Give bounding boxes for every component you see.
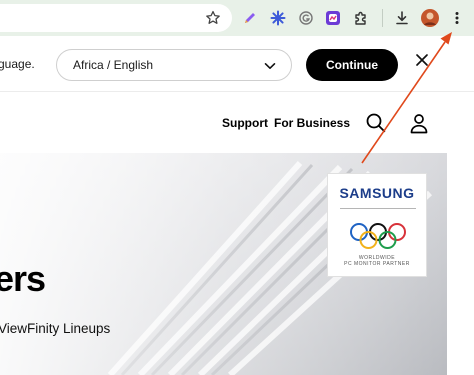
region-message: guage. <box>0 57 35 71</box>
partner-caption-line-2: PC MONITOR PARTNER <box>344 261 410 267</box>
colorful-extension-icon[interactable] <box>322 7 344 29</box>
toolbar-divider <box>382 9 383 27</box>
continue-button[interactable]: Continue <box>306 49 398 81</box>
avatar[interactable] <box>419 7 441 29</box>
partner-caption: WORLDWIDE PC MONITOR PARTNER <box>328 255 426 267</box>
nav-for-business[interactable]: For Business <box>274 116 350 130</box>
close-icon[interactable] <box>412 50 432 70</box>
samsung-logo: SAMSUNG <box>339 185 415 201</box>
hero-subheading: ViewFinity Lineups <box>0 321 111 336</box>
olympic-rings-icon <box>350 223 406 249</box>
nav-support[interactable]: Support <box>222 116 268 130</box>
chevron-down-icon <box>264 63 276 69</box>
region-select[interactable]: Africa / English <box>56 49 292 81</box>
hero-heading: ers <box>0 258 46 299</box>
pen-icon[interactable] <box>239 7 261 29</box>
page: guage. Africa / English Continue Support… <box>0 0 474 375</box>
more-vert-icon[interactable] <box>446 7 468 29</box>
grammarly-icon[interactable] <box>295 7 317 29</box>
region-bar: guage. Africa / English Continue <box>0 36 474 92</box>
site-header: Support For Business <box>0 92 474 152</box>
browser-toolbar <box>0 0 474 36</box>
page-margin <box>447 153 474 375</box>
download-icon[interactable] <box>391 7 413 29</box>
hero-banner: ers ViewFinity Lineups SAMSUNG WORLDWIDE… <box>0 153 447 375</box>
user-icon[interactable] <box>408 112 430 134</box>
puzzle-icon[interactable] <box>350 7 372 29</box>
divider <box>340 208 416 209</box>
sparkle-icon[interactable] <box>267 7 289 29</box>
region-select-value: Africa / English <box>73 58 154 72</box>
star-icon[interactable] <box>202 7 224 29</box>
address-bar[interactable] <box>0 4 232 32</box>
search-icon[interactable] <box>365 112 387 134</box>
olympic-partner-card: SAMSUNG WORLDWIDE PC MONITOR PARTNER <box>327 173 427 277</box>
